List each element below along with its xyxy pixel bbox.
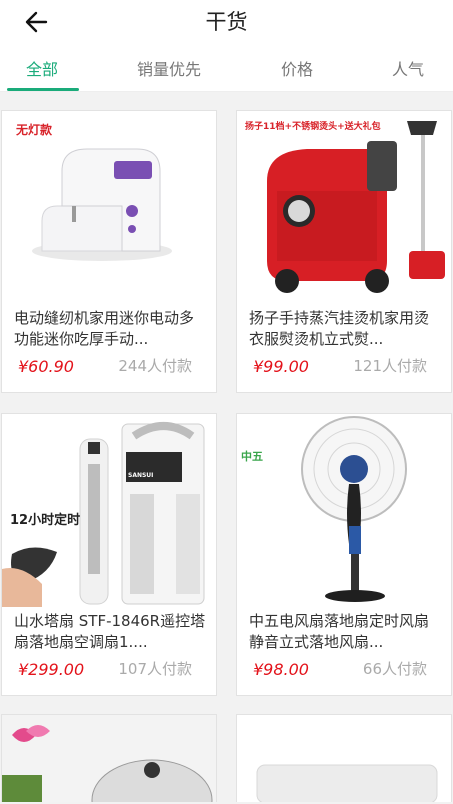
- tab-all[interactable]: 全部: [26, 56, 58, 80]
- product-card[interactable]: 扬子11档+不锈钢烫头+送大礼包 扬子手持蒸汽挂烫机家用烫衣服熨烫机立式熨...…: [236, 110, 452, 393]
- product-price: ¥299.00: [18, 660, 85, 679]
- product-card[interactable]: 无灯款 电动缝纫机家用迷你电动多功能迷你吃厚手动... ¥60.90 244人付…: [1, 110, 217, 393]
- tab-sales-first[interactable]: 销量优先: [137, 56, 201, 80]
- product-card[interactable]: 中五 中五电风扇落地扇定时风扇静音立式落地风扇... ¥98.00 66人付款: [236, 413, 452, 696]
- product-image[interactable]: [237, 715, 451, 802]
- product-sales-count: 107人付款: [118, 660, 192, 678]
- product-price: ¥98.00: [253, 660, 309, 679]
- product-sales-count: 66人付款: [362, 660, 427, 678]
- product-name: 山水塔扇 STF-1846R遥控塔扇落地扇空调扇1....: [14, 612, 206, 651]
- product-name: 电动缝纫机家用迷你电动多功能迷你吃厚手动...: [14, 309, 195, 348]
- product-image[interactable]: 中五: [237, 414, 451, 607]
- product-badge: 中五: [241, 450, 263, 463]
- tab-popularity[interactable]: 人气: [392, 56, 424, 80]
- product-sales-count: 121人付款: [353, 357, 427, 375]
- product-name: 扬子手持蒸汽挂烫机家用烫衣服熨烫机立式熨...: [249, 309, 430, 348]
- sort-tabs: 全部 销量优先 价格 人气: [0, 44, 453, 92]
- product-badge: 12小时定时: [10, 513, 81, 528]
- active-tab-indicator: [7, 88, 79, 91]
- product-image[interactable]: 无灯款: [2, 111, 216, 304]
- product-card[interactable]: 12小时定时 SANSUI 山水塔扇 STF-1846R遥控塔扇落地扇空调扇1.…: [1, 413, 217, 696]
- brand-label: SANSUI: [128, 472, 154, 479]
- product-card[interactable]: [236, 714, 452, 802]
- product-badge: 扬子11档+不锈钢烫头+送大礼包: [245, 119, 381, 132]
- product-badge: 无灯款: [16, 123, 53, 137]
- product-price: ¥60.90: [18, 357, 74, 376]
- product-name: 中五电风扇落地扇定时风扇静音立式落地风扇...: [249, 612, 430, 651]
- product-image[interactable]: 12小时定时 SANSUI: [2, 414, 216, 607]
- product-price: ¥99.00: [253, 357, 309, 376]
- product-image[interactable]: [2, 715, 216, 802]
- tab-price[interactable]: 价格: [281, 56, 313, 80]
- product-image[interactable]: 扬子11档+不锈钢烫头+送大礼包: [237, 111, 451, 304]
- top-bar: 干货: [0, 0, 453, 44]
- product-card[interactable]: [1, 714, 217, 802]
- product-sales-count: 244人付款: [118, 357, 192, 375]
- page-title: 干货: [205, 10, 248, 34]
- page: { "header": { "title": "干货" }, "tabs": […: [0, 0, 453, 804]
